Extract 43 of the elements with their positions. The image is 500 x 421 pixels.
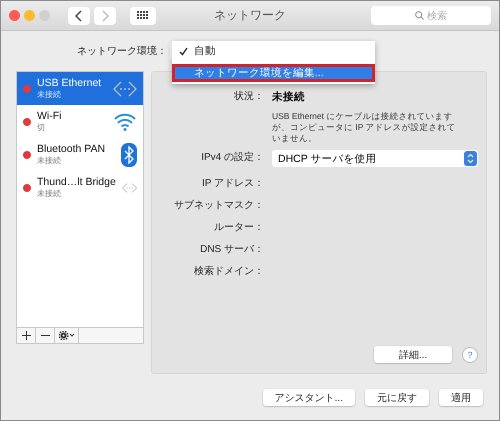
grid-icon: [137, 11, 149, 20]
status-value: 未接続: [272, 90, 305, 105]
service-status: 切: [37, 122, 46, 133]
grid-button[interactable]: [130, 6, 156, 24]
chevron-left-icon: [75, 10, 83, 22]
footer-button[interactable]: 元に戻す: [365, 389, 429, 406]
chevron-right-icon: [101, 10, 109, 22]
field-label: ルーター：: [213, 221, 264, 235]
window-title: ネットワーク: [214, 7, 286, 24]
service-item[interactable]: Thund…lt Bridge 未接続: [17, 171, 143, 204]
service-name: Thund…lt Bridge: [37, 176, 116, 188]
wifi-icon: [113, 112, 137, 132]
location-label: ネットワーク環境：: [76, 44, 167, 58]
advanced-button[interactable]: 詳細...: [374, 346, 452, 363]
service-name: Wi-Fi: [37, 110, 62, 122]
stepper-icon: [464, 151, 477, 166]
service-name: Bluetooth PAN: [37, 143, 106, 155]
service-status: 未接続: [37, 188, 62, 199]
field-label: DNS サーバ：: [199, 243, 264, 257]
ipv4-select[interactable]: DHCP サーバを使用: [272, 150, 478, 167]
footer-button[interactable]: アシスタント...: [262, 389, 355, 406]
ipv4-label: IPv4 の設定：: [200, 150, 264, 165]
ethernet-icon: [113, 78, 137, 98]
service-status: 未接続: [37, 89, 62, 100]
field-label: サブネットマスク：: [173, 198, 264, 213]
gear-icon: [58, 331, 74, 340]
service-item[interactable]: Bluetooth PAN 未接続: [17, 138, 143, 171]
status-label: 状況：: [233, 90, 264, 104]
status-description: USB Ethernet にケーブルは接続されていますが、コンピュータに IP アドレスが設定されていません。: [272, 111, 457, 144]
bluetooth-icon: [121, 142, 137, 166]
service-item[interactable]: USB Ethernet 未接続: [17, 72, 143, 105]
field-label: 検索ドメイン：: [193, 264, 264, 279]
field-label: IP アドレス：: [200, 177, 264, 191]
menu-item[interactable]: ネットワーク環境を編集...: [172, 64, 375, 82]
service-status: 未接続: [37, 155, 62, 166]
menu-item[interactable]: 自動: [172, 42, 375, 60]
service-item[interactable]: Wi-Fi 切: [17, 105, 143, 138]
plus-icon: [22, 331, 30, 340]
service-name: USB Ethernet: [37, 77, 102, 89]
back-button[interactable]: [68, 6, 90, 24]
search-icon: [415, 11, 424, 20]
help-button[interactable]: ?: [462, 346, 478, 362]
footer-button[interactable]: 適用: [439, 389, 483, 406]
